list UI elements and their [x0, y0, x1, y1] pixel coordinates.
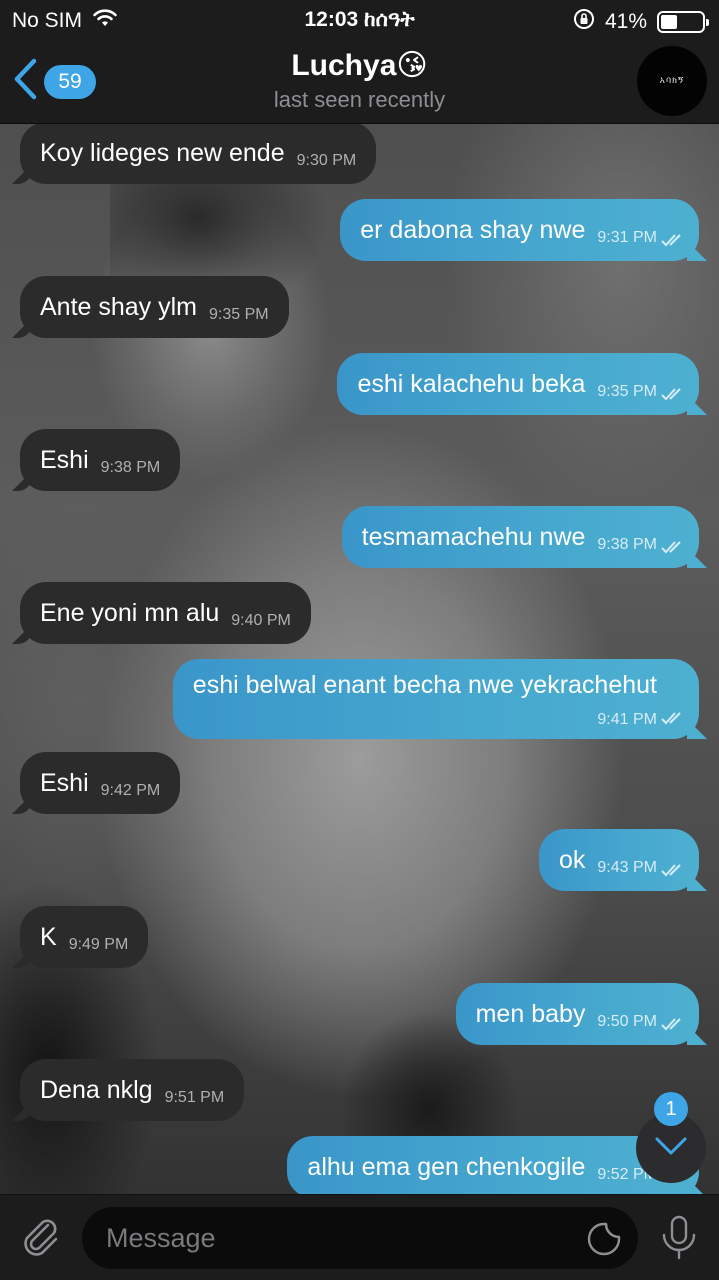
message-text: Eshi [40, 445, 89, 474]
chevron-left-icon [12, 58, 38, 105]
message-text: eshi belwal enant becha nwe yekrachehut [192, 671, 657, 699]
message-time: 9:38 PM [100, 459, 161, 476]
message-time: 9:50 PM [597, 1013, 657, 1030]
message-time: 9:31 PM [597, 229, 657, 246]
message-time: 9:42 PM [100, 782, 161, 799]
message-text: K [40, 922, 57, 951]
message-incoming[interactable]: Eshi 9:42 PM [20, 752, 181, 814]
paperclip-icon [18, 1219, 64, 1263]
message-time: 9:38 PM [597, 536, 657, 553]
message-incoming[interactable]: Ante shay ylm 9:35 PM [20, 276, 289, 338]
read-checkmarks-icon [661, 233, 687, 247]
message-text: er dabona shay nwe [360, 215, 586, 244]
message-time: 9:41 PM [597, 711, 657, 728]
chat-title-area[interactable]: Luchya😘 last seen recently [150, 48, 569, 114]
message-text: men baby [475, 999, 586, 1028]
attach-button[interactable] [18, 1213, 64, 1259]
read-checkmarks-icon [661, 863, 687, 877]
message-time: 9:49 PM [68, 936, 129, 953]
message-incoming[interactable]: K 9:49 PM [20, 906, 149, 968]
message-time: 9:35 PM [209, 306, 269, 323]
read-checkmarks-icon [661, 711, 687, 725]
unread-count-badge: 1 [654, 1092, 688, 1126]
message-text: Koy lideges new ende [40, 138, 285, 167]
read-checkmarks-icon [661, 540, 687, 554]
message-outgoing[interactable]: ok 9:43 PM [539, 829, 699, 891]
avatar-logo: አባክኝ [659, 76, 685, 86]
contact-name: Luchya😘 [291, 49, 428, 82]
message-incoming[interactable]: Ene yoni mn alu 9:40 PM [20, 582, 311, 644]
message-outgoing[interactable]: er dabona shay nwe 9:31 PM [340, 199, 699, 261]
message-text: eshi kalachehu beka [357, 369, 586, 398]
message-incoming[interactable]: Koy lideges new ende 9:30 PM [20, 124, 377, 184]
message-outgoing[interactable]: eshi kalachehu beka 9:35 PM [337, 353, 699, 415]
battery-icon [657, 11, 709, 33]
orientation-lock-icon [573, 8, 595, 36]
message-time: 9:35 PM [597, 383, 657, 400]
message-field[interactable] [82, 1207, 638, 1269]
message-time: 9:40 PM [231, 612, 291, 629]
message-time: 9:51 PM [164, 1089, 225, 1106]
message-text: Eshi [40, 768, 89, 797]
voice-record-button[interactable] [659, 1215, 699, 1261]
status-bar: No SIM 12:03 ከሰዓት 41% [0, 0, 719, 40]
message-text: tesmamachehu nwe [361, 522, 586, 551]
message-incoming[interactable]: Eshi 9:38 PM [20, 429, 181, 491]
message-input[interactable] [106, 1207, 566, 1269]
sticker-icon [586, 1222, 622, 1261]
message-time: 9:43 PM [597, 859, 657, 876]
message-text: Dena nklg [40, 1075, 153, 1104]
message-list[interactable]: Koy lideges new ende 9:30 PM er dabona s… [0, 124, 719, 1194]
message-text: alhu ema gen chenkogile [307, 1152, 586, 1181]
message-text: Ante shay ylm [40, 292, 198, 321]
sticker-button[interactable] [586, 1221, 622, 1257]
message-incoming[interactable]: Dena nklg 9:51 PM [20, 1059, 245, 1121]
message-text: Ene yoni mn alu [40, 598, 220, 627]
read-checkmarks-icon [661, 1017, 687, 1031]
avatar[interactable]: አባክኝ [637, 46, 707, 116]
read-checkmarks-icon [661, 387, 687, 401]
unread-chats-badge: 59 [44, 64, 96, 99]
message-text: ok [559, 845, 586, 874]
microphone-icon [659, 1215, 699, 1265]
message-outgoing[interactable]: eshi belwal enant becha nwe yekrachehut … [172, 659, 699, 739]
message-outgoing[interactable]: tesmamachehu nwe 9:38 PM [341, 506, 699, 568]
composer-bar [0, 1194, 719, 1280]
chevron-down-icon [654, 1136, 688, 1161]
chat-header: 59 Luchya😘 last seen recently አባክኝ [0, 40, 719, 124]
message-outgoing[interactable]: men baby 9:50 PM [455, 983, 699, 1045]
battery-percent: 41% [604, 10, 647, 33]
back-button[interactable]: 59 [12, 58, 96, 105]
message-time: 9:30 PM [296, 152, 357, 169]
last-seen-status: last seen recently [273, 87, 446, 112]
